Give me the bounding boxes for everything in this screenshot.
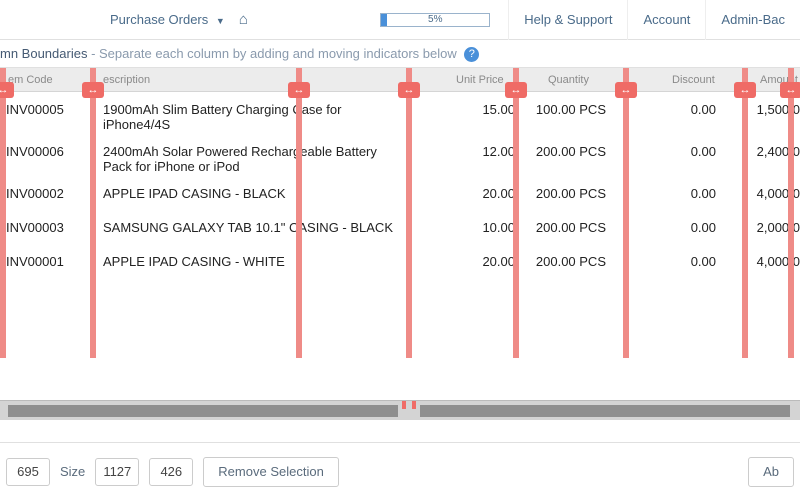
column-boundary-marker[interactable]: ↔ (623, 68, 629, 358)
cell-unit-price: 12.00 (447, 144, 515, 159)
drag-handle-icon[interactable]: ↔ (288, 82, 310, 98)
help-icon[interactable]: ? (464, 47, 479, 62)
cell-item-code: INV00002 (6, 186, 90, 201)
column-boundary-marker[interactable]: ↔ (788, 68, 794, 358)
drag-handle-icon[interactable]: ↔ (505, 82, 527, 98)
cell-unit-price: 20.00 (447, 186, 515, 201)
column-boundary-marker[interactable]: ↔ (513, 68, 519, 358)
nav-admin[interactable]: Admin-Bac (705, 0, 800, 40)
size-label: Size (60, 464, 85, 479)
cell-quantity: 200.00 PCS (516, 220, 606, 235)
nav-purchase-orders[interactable]: Purchase Orders ▼ (110, 12, 225, 27)
size-input-width[interactable] (95, 458, 139, 486)
cell-description: APPLE IPAD CASING - BLACK (103, 186, 398, 201)
bottom-controls: Size Remove Selection Ab (0, 442, 800, 500)
column-boundary-stage[interactable]: em Code escription Unit Price Quantity D… (0, 68, 800, 420)
cell-discount: 0.00 (660, 254, 716, 269)
cell-discount: 0.00 (660, 144, 716, 159)
nav-purchase-orders-label: Purchase Orders (110, 12, 208, 27)
progress-label: 5% (381, 14, 489, 26)
cell-quantity: 100.00 PCS (516, 102, 606, 117)
cell-unit-price: 10.00 (447, 220, 515, 235)
caret-down-icon: ▼ (216, 16, 225, 26)
drag-handle-icon[interactable]: ↔ (734, 82, 756, 98)
drag-handle-icon[interactable]: ↔ (780, 82, 800, 98)
nav-help-support[interactable]: Help & Support (508, 0, 627, 40)
cell-discount: 0.00 (660, 220, 716, 235)
cell-item-code: INV00006 (6, 144, 90, 159)
coord-input-1[interactable] (6, 458, 50, 486)
cell-description: SAMSUNG GALAXY TAB 10.1" CASING - BLACK (103, 220, 398, 235)
topbar-left: Purchase Orders ▼ ⌂ (110, 11, 248, 28)
cell-description: 2400mAh Solar Powered Rechargeable Batte… (103, 144, 398, 174)
column-boundary-marker[interactable]: ↔ (90, 68, 96, 358)
column-boundary-marker[interactable]: ↔ (296, 68, 302, 358)
cell-description: APPLE IPAD CASING - WHITE (103, 254, 398, 269)
cell-quantity: 200.00 PCS (516, 144, 606, 159)
column-boundary-marker[interactable]: ↔ (0, 68, 6, 358)
header-item-code: em Code (8, 68, 53, 92)
size-input-height[interactable] (149, 458, 193, 486)
header-quantity: Quantity (548, 68, 589, 92)
right-button[interactable]: Ab (748, 457, 794, 487)
cell-item-code: INV00001 (6, 254, 90, 269)
ruler-segment (420, 405, 790, 417)
instruction-row: mn Boundaries - Separate each column by … (0, 40, 800, 68)
cell-quantity: 200.00 PCS (516, 254, 606, 269)
ruler-segment (8, 405, 398, 417)
topbar: Purchase Orders ▼ ⌂ 5% Help & Support Ac… (0, 0, 800, 40)
cell-discount: 0.00 (660, 102, 716, 117)
ruler-tick[interactable] (402, 401, 406, 409)
ruler-scrollbar[interactable] (0, 400, 800, 420)
header-unit-price: Unit Price (456, 68, 504, 92)
cell-description: 1900mAh Slim Battery Charging Case for i… (103, 102, 398, 132)
cell-discount: 0.00 (660, 186, 716, 201)
remove-selection-button[interactable]: Remove Selection (203, 457, 339, 487)
column-boundary-marker[interactable]: ↔ (406, 68, 412, 358)
instruction-subtitle: - Separate each column by adding and mov… (87, 46, 456, 61)
drag-handle-icon[interactable]: ↔ (0, 82, 14, 98)
ruler-tick[interactable] (412, 401, 416, 409)
home-icon[interactable]: ⌂ (239, 11, 248, 28)
cell-item-code: INV00003 (6, 220, 90, 235)
cell-unit-price: 20.00 (447, 254, 515, 269)
drag-handle-icon[interactable]: ↔ (82, 82, 104, 98)
cell-quantity: 200.00 PCS (516, 186, 606, 201)
header-description: escription (103, 68, 150, 92)
progress-bar: 5% (380, 13, 490, 27)
column-boundary-marker[interactable]: ↔ (742, 68, 748, 358)
cell-unit-price: 15.00 (447, 102, 515, 117)
drag-handle-icon[interactable]: ↔ (398, 82, 420, 98)
instruction-title: mn Boundaries (0, 46, 87, 61)
cell-item-code: INV00005 (6, 102, 90, 117)
topbar-right: 5% Help & Support Account Admin-Bac (380, 0, 800, 40)
header-discount: Discount (672, 68, 715, 92)
drag-handle-icon[interactable]: ↔ (615, 82, 637, 98)
nav-account[interactable]: Account (627, 0, 705, 40)
